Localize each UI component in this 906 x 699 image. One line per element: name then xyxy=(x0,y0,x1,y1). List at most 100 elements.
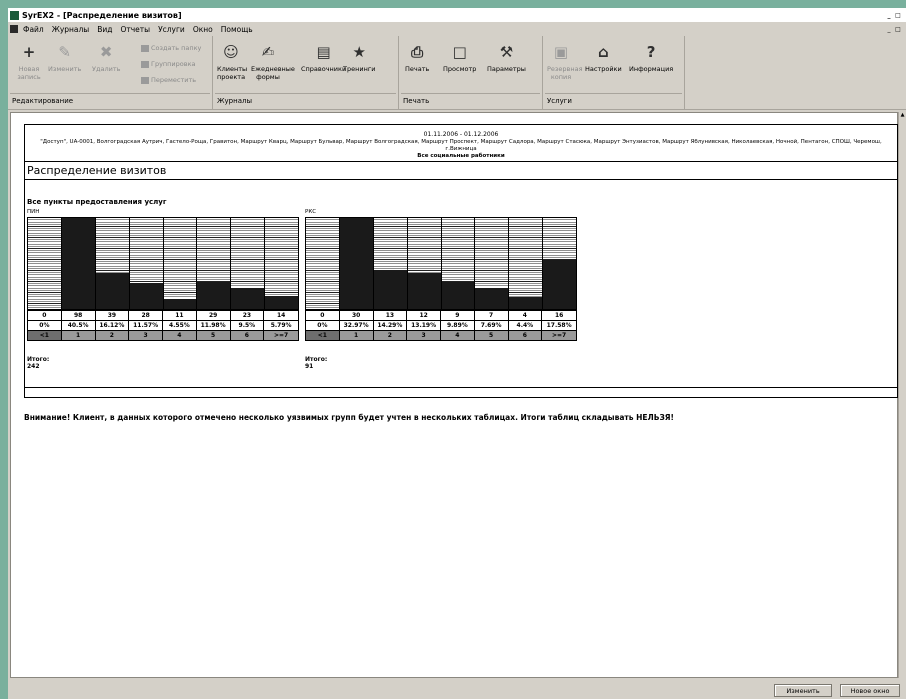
bar xyxy=(95,272,129,309)
book-icon: ▤ xyxy=(316,43,331,61)
group-divider xyxy=(401,93,540,94)
value-cell: 4 xyxy=(508,310,543,320)
preview-icon: □ xyxy=(452,43,467,61)
restore-icon[interactable]: □ xyxy=(894,12,902,19)
menu-file[interactable]: Файл xyxy=(23,25,44,34)
new-window-button[interactable]: Новое окно xyxy=(840,684,900,697)
new-record-button[interactable]: + Новая запись xyxy=(16,42,42,82)
backup-button[interactable]: ▣ Резервная копия xyxy=(547,42,582,82)
settings-icon: ⌂ xyxy=(597,43,609,61)
report-date-range: 01.11.2006 - 01.12.2006 xyxy=(423,131,499,138)
category-cell: 2 xyxy=(95,330,130,340)
group-divider xyxy=(545,93,682,94)
training-icon: ★ xyxy=(352,43,366,61)
group-icon xyxy=(141,60,149,68)
bar-column xyxy=(441,218,476,309)
edit-button[interactable]: ✎ Изменить xyxy=(48,42,82,74)
divider xyxy=(25,387,897,388)
group-label: Группировка xyxy=(151,60,196,68)
pencil-icon: ✎ xyxy=(58,43,71,61)
warning-text: Внимание! Клиент, в данных которого отме… xyxy=(24,413,674,422)
create-folder-label: Создать папку xyxy=(151,44,202,52)
percent-cell: 0% xyxy=(306,320,340,330)
move-button[interactable]: Переместить xyxy=(141,76,196,84)
group-divider xyxy=(10,93,210,94)
bar xyxy=(339,218,373,309)
menu-services[interactable]: Услуги xyxy=(158,25,185,34)
bar xyxy=(407,272,441,309)
value-cell: 11 xyxy=(163,310,197,320)
minimize-icon[interactable]: _ xyxy=(885,12,893,19)
group-label-editing: Редактирование xyxy=(12,97,74,105)
bar-column xyxy=(197,218,232,309)
title-bar: SyrEX2 - [Распределение визитов] _ □ xyxy=(8,8,906,22)
references-button[interactable]: ▤ Справочники xyxy=(301,42,346,74)
preview-button[interactable]: □ Просмотр xyxy=(443,42,476,74)
menu-reports[interactable]: Отчеты xyxy=(120,25,150,34)
change-button[interactable]: Изменить xyxy=(774,684,832,697)
group-editing: + Новая запись ✎ Изменить ✖ Удалить Созд… xyxy=(8,36,213,110)
group-button[interactable]: Группировка xyxy=(141,60,196,68)
percent-cell: 11.57% xyxy=(129,320,163,330)
bar-column xyxy=(543,218,576,309)
params-icon: ⚒ xyxy=(499,43,514,61)
bar xyxy=(61,218,95,309)
category-cell: 6 xyxy=(508,330,543,340)
backup-icon: ▣ xyxy=(553,43,569,61)
report-filter: "Доступ", UA-0001, Волгоградская Аутрич,… xyxy=(40,139,882,152)
menu-view[interactable]: Вид xyxy=(97,25,112,34)
percent-cell: 5.79% xyxy=(264,320,298,330)
bar-column xyxy=(306,218,340,309)
menu-help[interactable]: Помощь xyxy=(221,25,253,34)
bar-column xyxy=(129,218,164,309)
data-table: 0 98 39 28 11 29 23 14 0% 40.5% 16.12% 11.57% 4.55% 1… xyxy=(27,310,299,341)
report-frame: 01.11.2006 - 01.12.2006 "Доступ", UA-000… xyxy=(24,124,898,398)
window-title: SyrEX2 - [Распределение визитов] xyxy=(22,10,182,20)
child-window-controls: _ □ xyxy=(885,26,902,33)
bar xyxy=(441,281,475,309)
category-cell: 5 xyxy=(196,330,231,340)
delete-button[interactable]: ✖ Удалить xyxy=(92,42,120,74)
project-clients-button[interactable]: ☺ Клиенты проекта xyxy=(217,42,248,82)
category-cell: 3 xyxy=(129,330,163,340)
info-button[interactable]: ? Информация xyxy=(629,42,674,74)
category-cell: 6 xyxy=(230,330,265,340)
group-divider xyxy=(215,93,396,94)
percent-cell: 4.55% xyxy=(163,320,197,330)
delete-x-icon: ✖ xyxy=(99,43,113,61)
settings-button[interactable]: ⌂ Настройки xyxy=(585,42,622,74)
project-clients-label: Клиенты проекта xyxy=(217,65,248,81)
bar-column xyxy=(28,218,62,309)
params-button[interactable]: ⚒ Параметры xyxy=(487,42,526,74)
vertical-scrollbar[interactable]: ▲ xyxy=(898,112,906,678)
trainings-label: Тренинги xyxy=(343,65,376,73)
child-restore-icon[interactable]: □ xyxy=(894,26,902,33)
divider xyxy=(25,179,897,180)
child-minimize-icon[interactable]: _ xyxy=(885,26,893,33)
app-icon xyxy=(10,10,19,20)
document-icon[interactable] xyxy=(10,25,18,33)
value-cell: 16 xyxy=(542,310,576,320)
menu-window[interactable]: Окно xyxy=(193,25,213,34)
percent-cell: 9.5% xyxy=(230,320,265,330)
print-button[interactable]: ⎙ Печать xyxy=(405,42,429,74)
params-label: Параметры xyxy=(487,65,526,73)
percent-cell: 17.58% xyxy=(542,320,576,330)
bar-column xyxy=(95,218,130,309)
menu-journals[interactable]: Журналы xyxy=(52,25,90,34)
value-cell: 13 xyxy=(373,310,408,320)
value-cell: 7 xyxy=(474,310,509,320)
people-icon: ☺ xyxy=(223,43,239,61)
value-cell: 9 xyxy=(441,310,475,320)
edit-label: Изменить xyxy=(48,65,82,73)
create-folder-button[interactable]: Создать папку xyxy=(141,44,201,52)
chart-label: РКС xyxy=(305,209,317,215)
group-print: ⎙ Печать □ Просмотр ⚒ Параметры Печать xyxy=(399,36,543,110)
menu-bar: Файл Журналы Вид Отчеты Услуги Окно Помо… xyxy=(8,22,906,36)
bar xyxy=(231,287,265,309)
daily-forms-button[interactable]: ✍ Ежедневные формы xyxy=(251,42,295,82)
scroll-up-icon[interactable]: ▲ xyxy=(899,112,906,118)
trainings-button[interactable]: ★ Тренинги xyxy=(343,42,376,74)
info-label: Информация xyxy=(629,65,674,73)
report-viewport[interactable]: 01.11.2006 - 01.12.2006 "Доступ", UA-000… xyxy=(10,112,898,678)
